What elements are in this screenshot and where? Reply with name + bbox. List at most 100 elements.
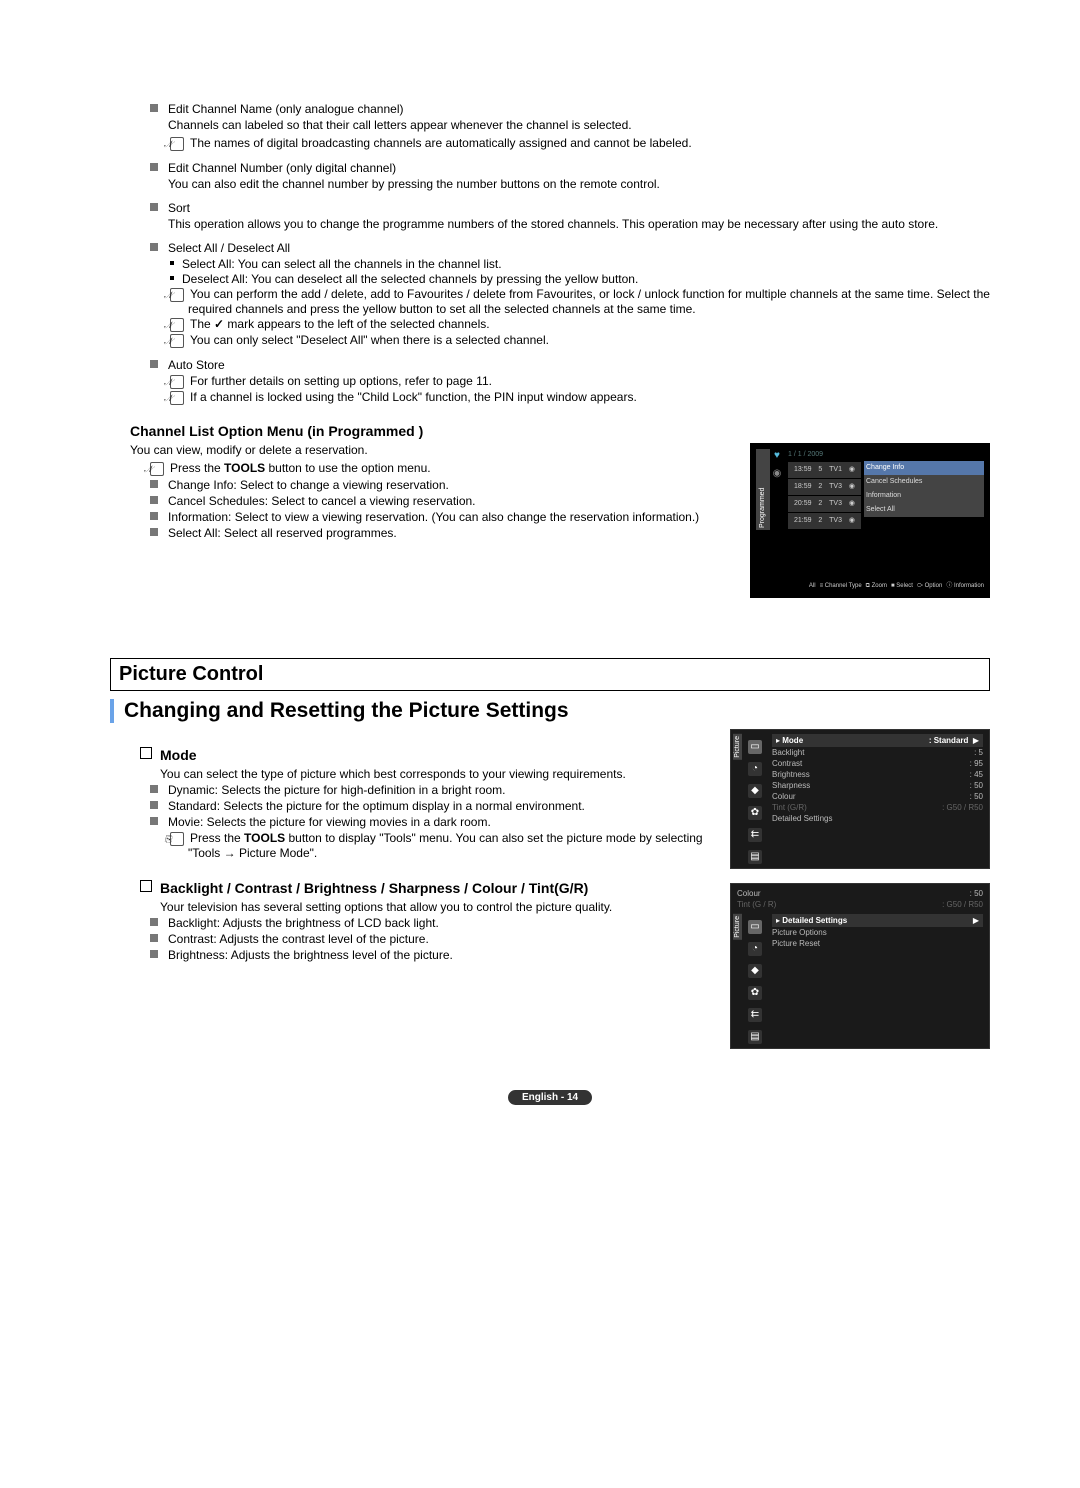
sidebar-label: Picture xyxy=(733,914,742,940)
sub-bullet: Select All: You can select all the chann… xyxy=(170,257,990,271)
note-icon: 𝒩 xyxy=(170,375,184,389)
note-icon: 𝒩 xyxy=(170,334,184,348)
osd-line-disabled: Tint (G/R): G50 / R50 xyxy=(772,802,983,813)
note-line: 𝒩If a channel is locked using the "Child… xyxy=(170,390,990,405)
sub-bullet: Change Info: Select to change a viewing … xyxy=(150,478,734,492)
note-line: 𝒩For further details on setting up optio… xyxy=(170,374,990,389)
osd-line: Detailed Settings xyxy=(772,813,983,824)
item-desc: This operation allows you to change the … xyxy=(168,217,990,231)
page-number-pill: English - 14 xyxy=(508,1090,592,1105)
option-popup: Change Info Cancel Schedules Information… xyxy=(864,461,984,530)
note-line: 𝒩The names of digital broadcasting chann… xyxy=(170,136,990,151)
table-row: 13:595TV1◉ xyxy=(788,462,861,478)
sub-bullet: Deselect All: You can deselect all the s… xyxy=(170,272,990,286)
drop-icon: ◆ xyxy=(748,784,762,798)
popup-item: Cancel Schedules xyxy=(864,475,984,489)
intro-text: You can view, modify or delete a reserva… xyxy=(130,443,734,457)
sidebar-label: Picture xyxy=(733,734,742,760)
input-icon: ⇇ xyxy=(748,1008,762,1022)
tools-icon: ⎘ xyxy=(170,832,184,846)
item-auto-store: Auto Store xyxy=(150,358,990,372)
note-icon: 𝒩 xyxy=(150,462,164,476)
popup-item-selected: Change Info xyxy=(864,461,984,475)
note-icon: 𝒩 xyxy=(170,288,184,302)
subhead-backlight-etc: Backlight / Contrast / Brightness / Shar… xyxy=(140,880,714,896)
intro-text: Your television has several setting opti… xyxy=(160,900,714,914)
osd-icon-column: ▭ ◔ ◆ ✿ ⇇ ▤ xyxy=(744,910,766,1048)
osd-header-row: ▸ Detailed Settings ▶ xyxy=(772,914,983,927)
item-select-all: Select All / Deselect All xyxy=(150,241,990,255)
sub-bullet: Cancel Schedules: Select to cancel a vie… xyxy=(150,494,734,508)
app-icon: ▤ xyxy=(748,1030,762,1044)
drop-icon: ◆ xyxy=(748,964,762,978)
osd-line: Picture Reset xyxy=(772,938,983,949)
input-icon: ⇇ xyxy=(748,828,762,842)
sidebar-label: Programmed xyxy=(756,449,770,530)
table-row: 21:592TV3◉ xyxy=(788,513,861,529)
popup-item: Select All xyxy=(864,503,984,517)
osd-line: Sharpness: 50 xyxy=(772,780,983,791)
square-bullet-icon xyxy=(150,163,158,171)
square-bullet-icon xyxy=(150,817,158,825)
sub-bullet: Backlight: Adjusts the brightness of LCD… xyxy=(150,916,714,930)
item-sort: Sort xyxy=(150,201,990,215)
osd-line: Brightness: 45 xyxy=(772,769,983,780)
app-icon: ▤ xyxy=(748,850,762,864)
osd-line: Contrast: 95 xyxy=(772,758,983,769)
sub-bullet: Dynamic: Selects the picture for high-de… xyxy=(150,783,714,797)
tv-osd-picture-mode: Picture ▭ ◔ ◆ ✿ ⇇ ▤ ▸ Mode : Standard ▶ xyxy=(730,729,990,869)
speaker-icon: ◔ xyxy=(748,762,762,776)
item-edit-channel-name: Edit Channel Name (only analogue channel… xyxy=(150,102,990,116)
square-bullet-icon xyxy=(150,104,158,112)
gear-icon: ✿ xyxy=(748,986,762,1000)
bullet-icon xyxy=(170,276,174,280)
item-edit-channel-number: Edit Channel Number (only digital channe… xyxy=(150,161,990,175)
sub-bullet: Information: Select to view a viewing re… xyxy=(150,510,734,524)
note-line: 𝒩You can perform the add / delete, add t… xyxy=(170,287,990,316)
monitor-icon: ▭ xyxy=(748,920,762,934)
gear-icon: ✿ xyxy=(748,806,762,820)
heading-picture-control: Picture Control xyxy=(110,658,990,691)
note-line: 𝒩The ✓ mark appears to the left of the s… xyxy=(170,317,990,332)
item-desc: Channels can labeled so that their call … xyxy=(168,118,990,132)
sub-bullet: Select All: Select all reserved programm… xyxy=(150,526,734,540)
table-row: 20:592TV3◉ xyxy=(788,496,861,512)
heart-icon: ♥ xyxy=(770,449,784,463)
square-bullet-icon xyxy=(150,496,158,504)
antenna-icon: ◉ xyxy=(770,467,784,481)
note-line: 𝒩You can only select "Deselect All" when… xyxy=(170,333,990,348)
tv-osd-detailed-settings: Colour: 50 Tint (G / R): G50 / R50 Pictu… xyxy=(730,883,990,1049)
square-bullet-icon xyxy=(150,934,158,942)
square-bullet-icon xyxy=(150,528,158,536)
intro-text: You can select the type of picture which… xyxy=(160,767,714,781)
sub-bullet: Brightness: Adjusts the brightness level… xyxy=(150,948,714,962)
osd-icon-column: ▭ ◔ ◆ ✿ ⇇ ▤ xyxy=(744,730,766,868)
table-row: 18:592TV3◉ xyxy=(788,479,861,495)
square-bullet-icon xyxy=(150,360,158,368)
sub-bullet: Standard: Selects the picture for the op… xyxy=(150,799,714,813)
speaker-icon: ◔ xyxy=(748,942,762,956)
sub-bullet: Contrast: Adjusts the contrast level of … xyxy=(150,932,714,946)
square-bullet-icon xyxy=(150,243,158,251)
osd-line: Colour: 50 xyxy=(772,791,983,802)
osd-line: Picture Options xyxy=(772,927,983,938)
chevron-right-icon: ▶ xyxy=(973,736,979,745)
tv-screenshot-programmed: Programmed ♥ ◉ 1 / 1 / 2009 13:595TV1◉ 1… xyxy=(750,443,990,598)
date-label: 1 / 1 / 2009 xyxy=(788,449,984,461)
monitor-icon: ▭ xyxy=(748,740,762,754)
footer-hints: All ≡ Channel Type ⧉ Zoom ■ Select ⧂ Opt… xyxy=(756,580,984,592)
square-bullet-icon xyxy=(150,785,158,793)
osd-line: Backlight: 5 xyxy=(772,747,983,758)
note-icon: 𝒩 xyxy=(170,137,184,151)
page-footer: English - 14 xyxy=(110,1089,990,1105)
note-icon: 𝒩 xyxy=(170,318,184,332)
square-bullet-icon xyxy=(150,950,158,958)
square-bullet-icon xyxy=(150,480,158,488)
note-icon: 𝒩 xyxy=(170,391,184,405)
heading-changing-resetting: Changing and Resetting the Picture Setti… xyxy=(110,699,990,723)
check-icon: ✓ xyxy=(214,317,224,331)
note-line: 𝒩Press the TOOLS button to use the optio… xyxy=(150,461,734,476)
square-bullet-icon xyxy=(150,918,158,926)
square-bullet-icon xyxy=(150,512,158,520)
osd-header-row: ▸ Mode : Standard ▶ xyxy=(772,734,983,747)
